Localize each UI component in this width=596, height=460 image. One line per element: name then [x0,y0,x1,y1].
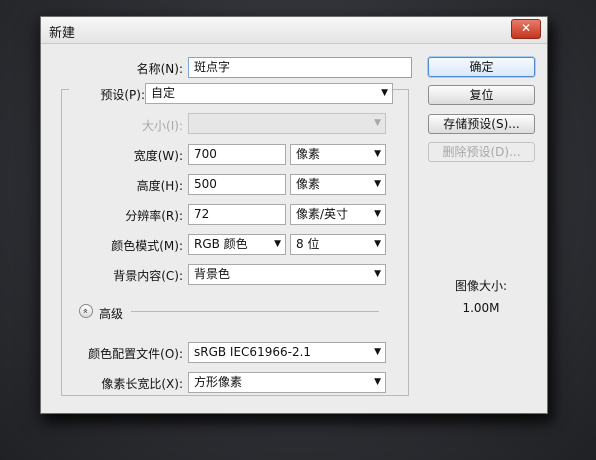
reset-button[interactable]: 复位 [428,85,535,105]
close-button[interactable]: ✕ [511,19,541,39]
color-profile-value: sRGB IEC61966-2.1 [194,345,312,359]
width-input-value: 700 [194,147,217,161]
title-bar[interactable]: 新建 ✕ [41,17,547,44]
chevron-down-icon: ▼ [374,179,381,189]
height-input[interactable]: 500 [188,174,286,195]
chevron-down-icon: ▼ [374,377,381,387]
width-unit-value: 像素 [296,147,321,161]
width-label: 宽度(W): [133,149,183,163]
resolution-label: 分辨率(R): [125,209,183,223]
ok-button-label: 确定 [469,60,494,74]
chevron-down-icon: ▼ [374,118,381,128]
image-size-label: 图像大小: [454,279,508,293]
preset-label: 预设(P): [69,86,147,103]
name-label: 名称(N): [136,62,183,76]
size-label: 大小(I): [142,119,183,133]
dialog-title: 新建 [49,26,76,41]
color-profile-label: 颜色配置文件(O): [88,347,183,361]
advanced-toggle-button[interactable]: » [79,304,93,318]
width-input[interactable]: 700 [188,144,286,165]
ok-button[interactable]: 确定 [428,57,535,77]
height-label: 高度(H): [136,179,183,193]
preset-select[interactable]: 自定 ▼ [145,83,393,104]
resolution-unit-select[interactable]: 像素/英寸 ▼ [290,204,386,225]
pixel-aspect-label: 像素长宽比(X): [101,377,183,391]
width-unit-select[interactable]: 像素 ▼ [290,144,386,165]
delete-preset-button-label: 删除预设(D)... [442,145,521,159]
bit-depth-value: 8 位 [296,237,320,251]
chevron-down-icon: ▼ [274,239,281,249]
preset-select-value: 自定 [151,86,176,100]
pixel-aspect-value: 方形像素 [194,375,243,389]
save-preset-button-label: 存储预设(S)... [443,117,520,131]
color-mode-label: 颜色模式(M): [111,239,183,253]
chevron-down-icon: ▼ [374,209,381,219]
name-input-value: 斑点字 [194,60,231,74]
new-document-dialog: 新建 ✕ 名称(N): 斑点字 预设(P): 自定 ▼ 大小(I): ▼ 宽度(… [40,16,548,414]
background-value: 背景色 [194,267,231,281]
background-select[interactable]: 背景色 ▼ [188,264,386,285]
resolution-input[interactable]: 72 [188,204,286,225]
double-chevron-up-icon: » [80,308,91,314]
bit-depth-select[interactable]: 8 位 ▼ [290,234,386,255]
chevron-down-icon: ▼ [374,149,381,159]
height-unit-value: 像素 [296,177,321,191]
height-input-value: 500 [194,177,217,191]
reset-button-label: 复位 [469,88,494,102]
name-input[interactable]: 斑点字 [188,57,412,78]
chevron-down-icon: ▼ [374,269,381,279]
image-size-value: 1.00M [462,301,500,315]
delete-preset-button[interactable]: 删除预设(D)... [428,142,535,162]
height-unit-select[interactable]: 像素 ▼ [290,174,386,195]
chevron-down-icon: ▼ [381,88,388,98]
save-preset-button[interactable]: 存储预设(S)... [428,114,535,134]
chevron-down-icon: ▼ [374,347,381,357]
pixel-aspect-select[interactable]: 方形像素 ▼ [188,372,386,393]
color-profile-select[interactable]: sRGB IEC61966-2.1 ▼ [188,342,386,363]
advanced-divider [131,311,379,312]
background-label: 背景内容(C): [113,269,183,283]
close-icon: ✕ [520,21,532,35]
advanced-label: 高级 [99,307,124,321]
color-mode-value: RGB 颜色 [194,237,248,251]
resolution-unit-value: 像素/英寸 [296,207,349,221]
chevron-down-icon: ▼ [374,239,381,249]
resolution-input-value: 72 [194,207,210,221]
color-mode-select[interactable]: RGB 颜色 ▼ [188,234,286,255]
size-select[interactable]: ▼ [188,113,386,134]
